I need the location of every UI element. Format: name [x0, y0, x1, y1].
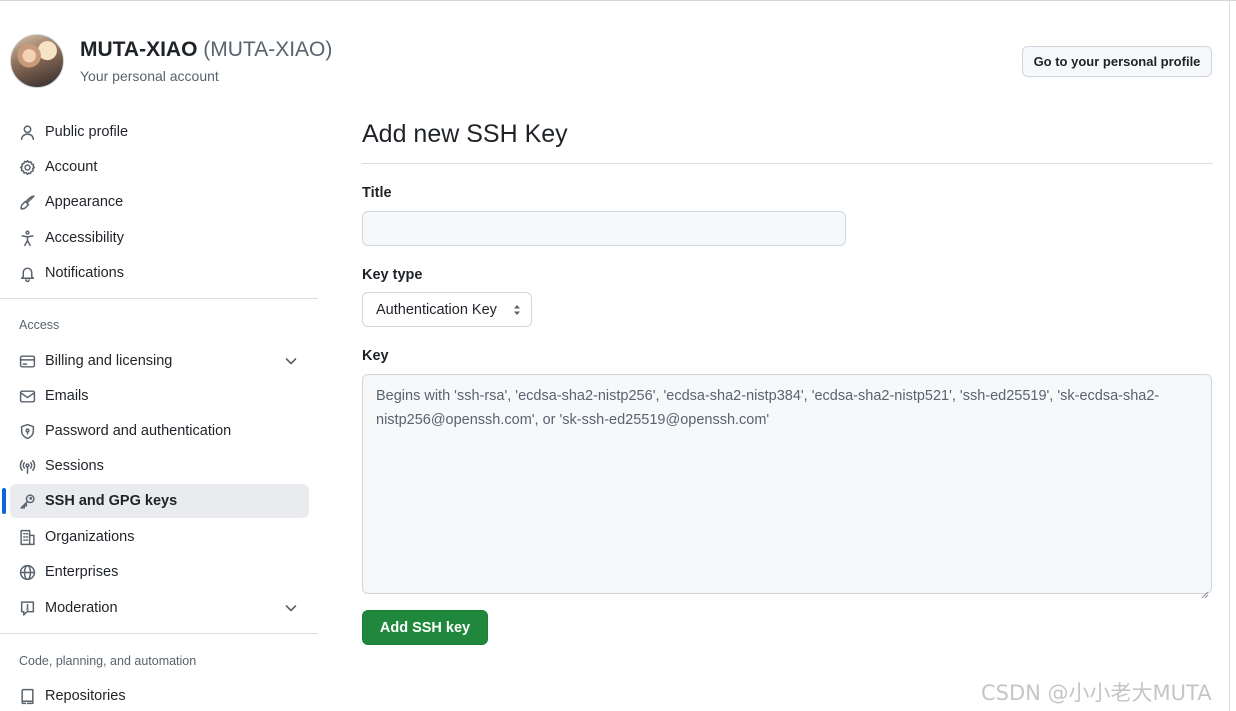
- sidebar-item-label: Notifications: [45, 265, 124, 281]
- sidebar-item-notifications[interactable]: Notifications: [10, 256, 309, 290]
- shield-icon: [17, 421, 37, 441]
- sidebar-item-label: Account: [45, 159, 98, 175]
- sidebar-item-label: Sessions: [45, 458, 104, 474]
- key-icon: [17, 491, 37, 511]
- sidebar-item-label: Emails: [45, 388, 89, 404]
- select-updown-icon: [511, 303, 523, 317]
- sidebar-item-organizations[interactable]: Organizations: [10, 520, 309, 554]
- page-title: Add new SSH Key: [362, 120, 568, 148]
- sidebar-item-label: SSH and GPG keys: [45, 493, 178, 509]
- sidebar-item-repositories[interactable]: Repositories: [10, 679, 309, 711]
- active-indicator: [2, 488, 6, 514]
- avatar[interactable]: [10, 34, 64, 88]
- credit-card-icon: [17, 351, 37, 371]
- account-handle: (MUTA-XIAO): [203, 38, 333, 61]
- sidebar-item-label: Enterprises: [45, 564, 119, 580]
- paintbrush-icon: [17, 192, 37, 212]
- report-icon: [17, 598, 37, 618]
- chevron-down-icon[interactable]: [283, 600, 299, 616]
- sidebar-item-sessions[interactable]: Sessions: [10, 449, 309, 483]
- sidebar-item-ssh-gpg-keys[interactable]: SSH and GPG keys: [10, 484, 309, 518]
- sidebar-item-label: Repositories: [45, 688, 126, 704]
- title-field-label: Title: [362, 185, 392, 201]
- person-icon: [17, 122, 37, 142]
- sidebar-item-appearance[interactable]: Appearance: [10, 185, 309, 219]
- go-to-profile-button[interactable]: Go to your personal profile: [1022, 46, 1212, 77]
- sidebar-item-moderation[interactable]: Moderation: [10, 591, 309, 625]
- title-divider: [362, 163, 1213, 164]
- key-textarea[interactable]: Begins with 'ssh-rsa', 'ecdsa-sha2-nistp…: [362, 374, 1212, 599]
- sidebar-item-password-authentication[interactable]: Password and authentication: [10, 414, 309, 448]
- globe-icon: [17, 562, 37, 582]
- sidebar-heading-access: Access: [19, 318, 60, 332]
- key-placeholder: Begins with 'ssh-rsa', 'ecdsa-sha2-nistp…: [376, 388, 1160, 428]
- accessibility-icon: [17, 228, 37, 248]
- title-input[interactable]: [362, 211, 846, 246]
- key-type-selected: Authentication Key: [376, 301, 497, 318]
- right-border: [1229, 0, 1230, 711]
- sidebar-item-label: Public profile: [45, 124, 129, 140]
- sidebar-item-enterprises[interactable]: Enterprises: [10, 555, 309, 589]
- account-name: MUTA-XIAO (MUTA-XIAO): [80, 38, 332, 62]
- chevron-down-icon[interactable]: [283, 353, 299, 369]
- account-subtitle: Your personal account: [80, 68, 219, 84]
- sidebar-item-label: Appearance: [45, 194, 124, 210]
- sidebar-item-label: Password and authentication: [45, 423, 232, 439]
- sidebar-item-label: Billing and licensing: [45, 353, 173, 369]
- watermark: CSDN @小小老大MUTA: [981, 681, 1212, 705]
- sidebar-item-billing[interactable]: Billing and licensing: [10, 344, 309, 378]
- resize-handle-icon[interactable]: [1201, 583, 1209, 599]
- sidebar-heading-code: Code, planning, and automation: [19, 654, 197, 668]
- top-border: [0, 0, 1236, 4]
- sidebar-item-accessibility[interactable]: Accessibility: [10, 221, 309, 255]
- key-field-label: Key: [362, 348, 389, 364]
- mail-icon: [17, 386, 37, 406]
- account-name-text: MUTA-XIAO: [80, 38, 198, 61]
- repo-icon: [17, 686, 37, 706]
- broadcast-icon: [17, 456, 37, 476]
- sidebar-item-emails[interactable]: Emails: [10, 379, 309, 413]
- sidebar-divider: [0, 633, 318, 634]
- add-ssh-key-button[interactable]: Add SSH key: [362, 610, 488, 645]
- sidebar-item-public-profile[interactable]: Public profile: [10, 115, 309, 149]
- organization-icon: [17, 527, 37, 547]
- key-type-label: Key type: [362, 267, 423, 283]
- sidebar-item-account[interactable]: Account: [10, 150, 309, 184]
- key-type-select[interactable]: Authentication Key: [362, 292, 532, 327]
- sidebar-divider: [0, 298, 318, 299]
- sidebar-item-label: Organizations: [45, 529, 135, 545]
- bell-icon: [17, 263, 37, 283]
- gear-icon: [17, 157, 37, 177]
- sidebar-item-label: Accessibility: [45, 230, 124, 246]
- sidebar-item-label: Moderation: [45, 600, 118, 616]
